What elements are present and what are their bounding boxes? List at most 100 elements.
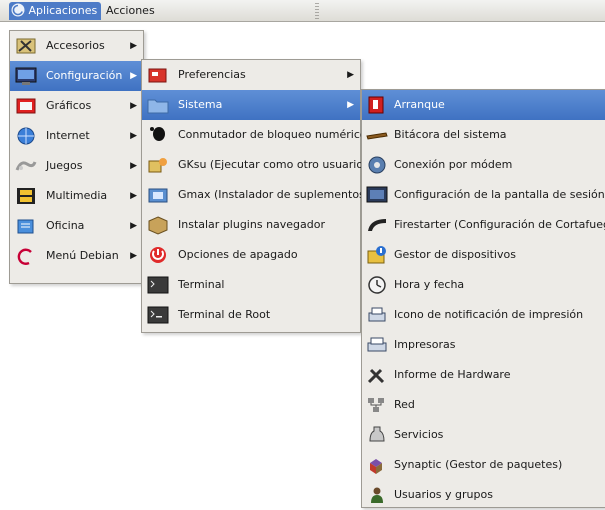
chevron-right-icon: ▶ [130, 191, 137, 201]
system-menu-item-label: Arranque [394, 98, 445, 111]
config-menu-item-label: Terminal de Root [178, 308, 271, 321]
terminal-icon [147, 276, 169, 294]
config-menu-item-label: Conmutador de bloqueo numérico [178, 128, 367, 141]
system-menu-item-label: Synaptic (Gestor de paquetes) [394, 458, 563, 471]
system-menu-item-icono-de-notificacion-de-impresion[interactable]: Icono de notificación de impresión [362, 300, 605, 330]
system-menu-item-bitacora-del-sistema[interactable]: Bitácora del sistema [362, 120, 605, 150]
gmax-icon [148, 188, 168, 203]
applications-dropdown: Accesorios ▶ Configuración ▶ Gráficos ▶ Intern… [9, 30, 144, 284]
chevron-right-icon: ▶ [130, 131, 137, 141]
config-menu-item-terminal-de-root[interactable]: Terminal de Root [142, 300, 360, 330]
actions-label: Acciones [106, 4, 155, 17]
actions-menu[interactable]: Acciones [103, 2, 159, 20]
main-menu-item-oficina[interactable]: Oficina ▶ [10, 211, 143, 241]
folder-icon [147, 99, 169, 114]
main-menu-item-accesorios[interactable]: Accesorios ▶ [10, 31, 143, 61]
main-menu-item-internet[interactable]: Internet ▶ [10, 121, 143, 151]
chevron-right-icon: ▶ [130, 101, 137, 111]
config-menu-item-gmax-instalador-de-suplementos[interactable]: Gmax (Instalador de suplementos) [142, 180, 369, 210]
main-menu-item-menu-debian[interactable]: Menú Debian ▶ [10, 241, 143, 271]
services-icon [369, 426, 385, 442]
config-menu-item-sistema[interactable]: Sistema ▶ [142, 90, 360, 120]
main-menu-item-juegos[interactable]: Juegos ▶ [10, 151, 143, 181]
power-icon [150, 247, 166, 263]
config-menu-item-opciones-de-apagado[interactable]: Opciones de apagado [142, 240, 360, 270]
log-icon [366, 132, 388, 140]
chevron-right-icon: ▶ [130, 41, 137, 51]
accessories-icon [16, 38, 36, 54]
network-icon [368, 398, 384, 412]
system-menu-item-label: Icono de notificación de impresión [394, 308, 584, 321]
system-menu-item-label: Red [394, 398, 415, 411]
printer-icon [367, 337, 387, 352]
device-manager-icon [367, 246, 386, 264]
gksu-icon [148, 158, 167, 173]
applications-label: Aplicaciones [28, 4, 98, 17]
config-menu-item-preferencias[interactable]: Preferencias ▶ [142, 60, 360, 90]
internet-icon [17, 127, 35, 145]
package-icon [148, 216, 168, 235]
chevron-right-icon: ▶ [130, 161, 137, 171]
config-menu-item-gksu-ejecutar-como-otro-usuario[interactable]: GKsu (Ejecutar como otro usuario) [142, 150, 367, 180]
system-menu-item-conexion-por-modem[interactable]: Conexión por módem [362, 150, 605, 180]
system-menu-item-hora-y-fecha[interactable]: Hora y fecha [362, 270, 605, 300]
boot-switch-icon [368, 96, 384, 114]
config-menu-item-terminal[interactable]: Terminal [142, 270, 360, 300]
main-menu-item-label: Accesorios [46, 39, 105, 52]
chevron-right-icon: ▶ [130, 221, 137, 231]
config-menu-item-label: Terminal [178, 278, 225, 291]
chevron-right-icon: ▶ [347, 100, 354, 110]
system-menu-item-label: Informe de Hardware [394, 368, 511, 381]
main-menu-item-graficos[interactable]: Gráficos ▶ [10, 91, 143, 121]
config-menu-item-label: Preferencias [178, 68, 246, 81]
main-menu-item-configuracion[interactable]: Configuración ▶ [10, 61, 143, 91]
debian-icon [17, 248, 32, 265]
main-menu-item-multimedia[interactable]: Multimedia ▶ [10, 181, 143, 211]
config-menu-item-label: GKsu (Ejecutar como otro usuario) [178, 158, 368, 171]
system-menu-item-arranque[interactable]: Arranque [362, 90, 605, 120]
modem-icon [368, 156, 386, 174]
firewall-icon [368, 219, 386, 231]
games-icon [15, 161, 37, 171]
system-menu-item-label: Conexión por módem [394, 158, 513, 171]
system-menu-item-label: Usuarios y grupos [394, 488, 493, 501]
panel-drag-handle[interactable] [315, 3, 319, 19]
system-menu-item-impresoras[interactable]: Impresoras [362, 330, 605, 360]
config-menu-item-label: Instalar plugins navegador [178, 218, 326, 231]
config-menu-item-label: Gmax (Instalador de suplementos) [178, 188, 370, 201]
system-menu-item-servicios[interactable]: Servicios [362, 420, 605, 450]
system-menu-item-informe-de-hardware[interactable]: Informe de Hardware [362, 360, 605, 390]
login-screen-icon [366, 186, 388, 203]
system-menu-item-gestor-de-dispositivos[interactable]: Gestor de dispositivos [362, 240, 605, 270]
gnome-foot-icon [150, 127, 165, 141]
system-menu-item-label: Configuración de la pantalla de sesión [394, 188, 605, 201]
preferences-icon [148, 68, 167, 83]
config-menu-item-conmutador-de-bloqueo-numerico[interactable]: Conmutador de bloqueo numérico [142, 120, 367, 150]
system-menu-item-synaptic-gestor-de-paquetes[interactable]: Synaptic (Gestor de paquetes) [362, 450, 605, 480]
print-notify-icon [368, 307, 386, 322]
system-menu-item-label: Bitácora del sistema [394, 128, 507, 141]
clock-icon [368, 276, 386, 294]
debian-swirl-icon [11, 3, 25, 17]
configuration-submenu: Preferencias ▶ Sistema ▶ Conmutador de bloqu… [141, 59, 369, 333]
system-menu-item-red[interactable]: Red [362, 390, 605, 420]
system-submenu: Arranque Bitácora del sistema Conexión por… [361, 89, 605, 508]
main-menu-item-label: Menú Debian [46, 249, 119, 262]
main-menu-item-label: Internet [46, 129, 90, 142]
config-menu-item-label: Sistema [178, 98, 223, 111]
applications-menu[interactable]: Aplicaciones [9, 2, 102, 20]
system-menu-item-usuarios-y-grupos[interactable]: Usuarios y grupos [362, 480, 605, 510]
main-menu-item-label: Gráficos [46, 99, 92, 112]
synaptic-icon [370, 459, 382, 474]
chevron-right-icon: ▶ [347, 70, 354, 80]
graphics-icon [16, 98, 36, 114]
config-menu-item-label: Opciones de apagado [178, 248, 298, 261]
system-menu-item-label: Firestarter (Configuración de Cortafuego… [394, 218, 605, 231]
main-menu-item-label: Oficina [46, 219, 85, 232]
users-icon [371, 487, 383, 503]
config-menu-item-instalar-plugins-navegador[interactable]: Instalar plugins navegador [142, 210, 360, 240]
multimedia-icon [17, 188, 35, 204]
system-menu-item-firestarter-configuracion-de-cortafuegos[interactable]: Firestarter (Configuración de Cortafuego… [362, 210, 605, 240]
system-menu-item-label: Impresoras [394, 338, 456, 351]
system-menu-item-configuracion-de-la-pantalla-de-sesion[interactable]: Configuración de la pantalla de sesión [362, 180, 605, 210]
